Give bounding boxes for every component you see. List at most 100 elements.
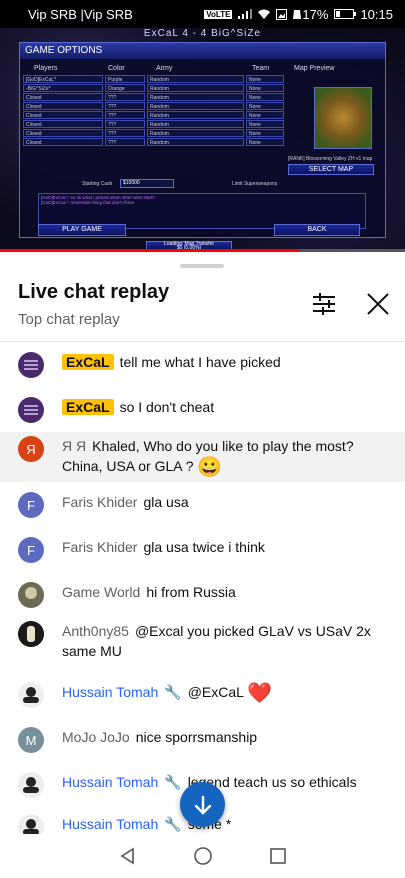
live-chat-sheet: Live chat replay Top chat replay ExCaL te…	[0, 256, 405, 834]
chat-message[interactable]: F Faris Khider gla usa twice i think	[0, 527, 405, 572]
player-slot-row: Closed??? Random None	[23, 111, 284, 120]
back-button-game: BACK	[274, 224, 360, 236]
message-author[interactable]: Game World	[62, 584, 140, 600]
chat-message[interactable]: Hussain Tomah 🔧 @ExCaL ❤️	[0, 673, 405, 717]
chat-message[interactable]: ExCaL so I don't cheat	[0, 387, 405, 432]
chat-subtitle[interactable]: Top chat replay	[18, 311, 120, 328]
battery-level	[336, 11, 340, 17]
avatar[interactable]	[18, 682, 44, 708]
slot-army: Random	[147, 138, 244, 146]
nav-home-icon[interactable]	[193, 846, 213, 866]
moderator-wrench-icon: 🔧	[164, 816, 182, 832]
chat-message[interactable]: ExCaL tell me what I have picked	[0, 342, 405, 387]
game-options-title: GAME OPTIONS	[20, 43, 385, 59]
playback-progress-fill	[0, 249, 300, 252]
limit-superweapons-label: Limit Superweapons	[232, 181, 278, 187]
battery-icon	[334, 9, 357, 19]
gamepad-avatar-icon	[23, 687, 39, 703]
avatar[interactable]	[18, 772, 44, 798]
avatar[interactable]	[18, 621, 44, 647]
avatar[interactable]: F	[18, 492, 44, 518]
slot-player: [GoD]ExCaL*	[23, 75, 103, 83]
avatar[interactable]: F	[18, 537, 44, 563]
play-game-button: PLAY GAME	[38, 224, 126, 236]
nav-recents-icon[interactable]	[268, 846, 288, 866]
emoji: ❤️	[247, 682, 273, 705]
slot-color: ???	[105, 120, 145, 128]
message-text: gla usa	[143, 494, 189, 510]
player-slot-row: Closed??? Random None	[23, 102, 284, 111]
message-text: @ExCaL	[187, 684, 244, 700]
game-title: ExCaL 4 - 4 BiG^SiZe	[143, 28, 262, 39]
message-author[interactable]: Hussain Tomah	[62, 684, 158, 700]
slot-team: None	[246, 120, 284, 128]
message-author[interactable]: ExCaL	[62, 354, 114, 370]
drag-handle[interactable]	[180, 264, 224, 268]
slot-color: ???	[105, 111, 145, 119]
slot-team: None	[246, 93, 284, 101]
message-text: so I don't cheat	[119, 399, 215, 415]
close-icon[interactable]	[363, 289, 393, 319]
player-slot-row: [GoD]ExCaL* Purple Random None	[23, 75, 284, 84]
slot-team: None	[246, 102, 284, 110]
chat-message[interactable]: Я Я Я Khaled, Who do you like to play the …	[0, 432, 405, 482]
message-author[interactable]: Anth0ny85	[62, 623, 129, 639]
slot-army: Random	[147, 84, 244, 92]
message-text: nice sporrsmanship	[135, 729, 258, 745]
message-author[interactable]: ExCaL	[62, 399, 114, 415]
slot-color: Orange	[105, 84, 145, 92]
slot-player: Closed	[23, 138, 103, 146]
slot-team: None	[246, 129, 284, 137]
slot-color: Purple	[105, 75, 145, 83]
slot-color: ???	[105, 93, 145, 101]
message-author[interactable]: MoJo JoJo	[62, 729, 130, 745]
slot-player: Closed	[23, 102, 103, 110]
message-author[interactable]: Я Я	[62, 438, 86, 454]
message-author[interactable]: Hussain Tomah	[62, 774, 158, 790]
slot-army: Random	[147, 120, 244, 128]
avatar[interactable]	[18, 582, 44, 608]
avatar[interactable]	[18, 814, 44, 834]
chat-message[interactable]: M MoJo JoJo nice sporrsmanship	[0, 717, 405, 762]
profile-photo-icon	[18, 621, 44, 647]
playback-progress-bar[interactable]	[0, 249, 405, 252]
message-body: Anth0ny85 @Excal you picked GLaV vs USaV …	[62, 621, 393, 661]
scroll-down-button[interactable]	[180, 782, 225, 827]
chat-messages[interactable]: ExCaL tell me what I have picked ExCaL so I…	[0, 342, 405, 834]
message-body: ExCaL tell me what I have picked	[62, 352, 281, 372]
avatar[interactable]: Я	[18, 436, 44, 462]
chat-message[interactable]: Game World hi from Russia	[0, 572, 405, 617]
image-icon	[276, 8, 288, 20]
video-player[interactable]: ExCaL 4 - 4 BiG^SiZe GAME OPTIONS Player…	[0, 28, 405, 252]
army-header: Army	[156, 65, 173, 72]
team-header: Team	[252, 65, 270, 72]
slot-army: Random	[147, 75, 244, 83]
tune-icon[interactable]	[310, 290, 338, 318]
gamepad-avatar-icon	[23, 777, 39, 793]
game-chat-line: [GoD]ExCaL*: remember thing that don't c…	[41, 200, 134, 205]
battery-percent: 17%	[302, 6, 329, 22]
chat-message[interactable]: Anth0ny85 @Excal you picked GLaV vs USaV …	[0, 617, 405, 673]
chat-message[interactable]: F Faris Khider gla usa	[0, 482, 405, 527]
message-author[interactable]: Hussain Tomah	[62, 816, 158, 832]
message-body: Hussain Tomah 🔧 @ExCaL ❤️	[62, 682, 272, 703]
message-author[interactable]: Faris Khider	[62, 494, 137, 510]
clock: 10:15	[360, 6, 393, 22]
channel-logo-icon	[24, 405, 38, 415]
chat-title: Live chat replay	[18, 281, 170, 303]
message-text: tell me what I have picked	[119, 354, 281, 370]
player-slot-row: -BiG^SiZe* Orange Random None	[23, 84, 284, 93]
avatar-letter: Я	[26, 441, 36, 457]
starting-cash-label: Starting Cash	[82, 181, 113, 187]
status-right: 17% 10:15	[302, 7, 393, 22]
message-author[interactable]: Faris Khider	[62, 539, 137, 555]
color-header: Color	[108, 65, 125, 72]
slot-player: Closed	[23, 111, 103, 119]
carrier-name: Vip SRB |Vip SRB	[28, 6, 133, 22]
message-text: hi from Russia	[146, 584, 236, 600]
avatar[interactable]	[18, 352, 44, 378]
avatar[interactable]: M	[18, 727, 44, 753]
nav-back-icon[interactable]	[118, 846, 138, 866]
message-body: MoJo JoJo nice sporrsmanship	[62, 727, 257, 747]
avatar[interactable]	[18, 397, 44, 423]
